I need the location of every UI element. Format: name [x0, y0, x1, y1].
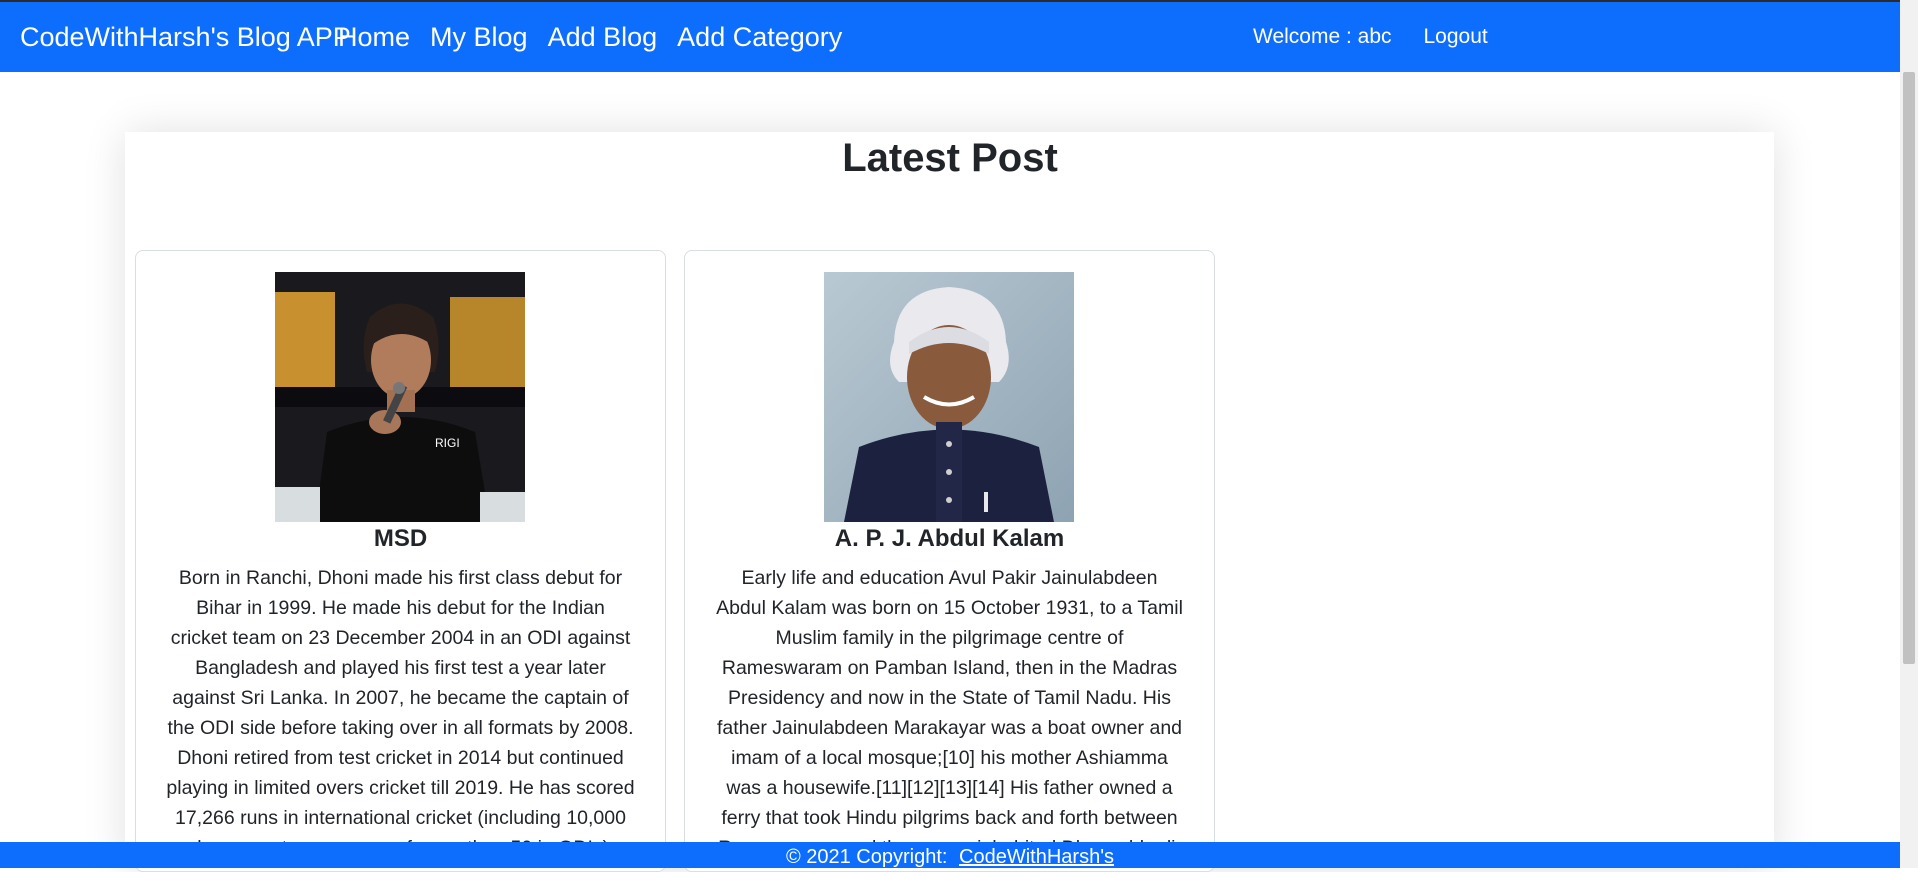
post-body: Born in Ranchi, Dhoni made his first cla…	[166, 567, 635, 859]
scrollbar-thumb[interactable]	[1903, 72, 1915, 664]
footer-link[interactable]: CodeWithHarsh's	[959, 846, 1114, 868]
footer-copyright: © 2021 Copyright:	[785, 846, 948, 868]
nav-add-category-link[interactable]: Add Category	[677, 22, 842, 53]
nav-home-link[interactable]: Home	[338, 22, 410, 53]
page-title: Latest Post	[842, 136, 1058, 180]
kalam-photo-icon	[824, 272, 1074, 522]
post-body: Early life and education Avul Pakir Jain…	[716, 567, 1183, 859]
nav-my-blog-link[interactable]: My Blog	[430, 22, 528, 53]
post-title: MSD	[373, 525, 428, 552]
post-card: A. P. J. Abdul Kalam Early life and educ…	[684, 250, 1215, 872]
post-card: RIGI MSD Born in Ranchi, Dhoni made his …	[135, 250, 666, 872]
brand-link[interactable]: CodeWithHarsh's Blog APP	[20, 22, 351, 53]
dhoni-photo-icon: RIGI	[275, 272, 525, 522]
nav-add-blog-link[interactable]: Add Blog	[548, 22, 658, 53]
post-title: A. P. J. Abdul Kalam	[834, 525, 1065, 552]
footer: © 2021 Copyright: CodeWithHarsh's	[0, 842, 1900, 868]
vertical-scrollbar[interactable]	[1900, 0, 1918, 868]
user-area: Welcome : abc Logout	[1253, 25, 1488, 49]
svg-text:RIGI: RIGI	[435, 436, 460, 450]
logout-link[interactable]: Logout	[1424, 25, 1488, 49]
nav-links: Home My Blog Add Blog Add Category	[338, 22, 842, 53]
navbar: CodeWithHarsh's Blog APP Home My Blog Ad…	[0, 2, 1900, 72]
welcome-text: Welcome : abc	[1253, 25, 1392, 48]
